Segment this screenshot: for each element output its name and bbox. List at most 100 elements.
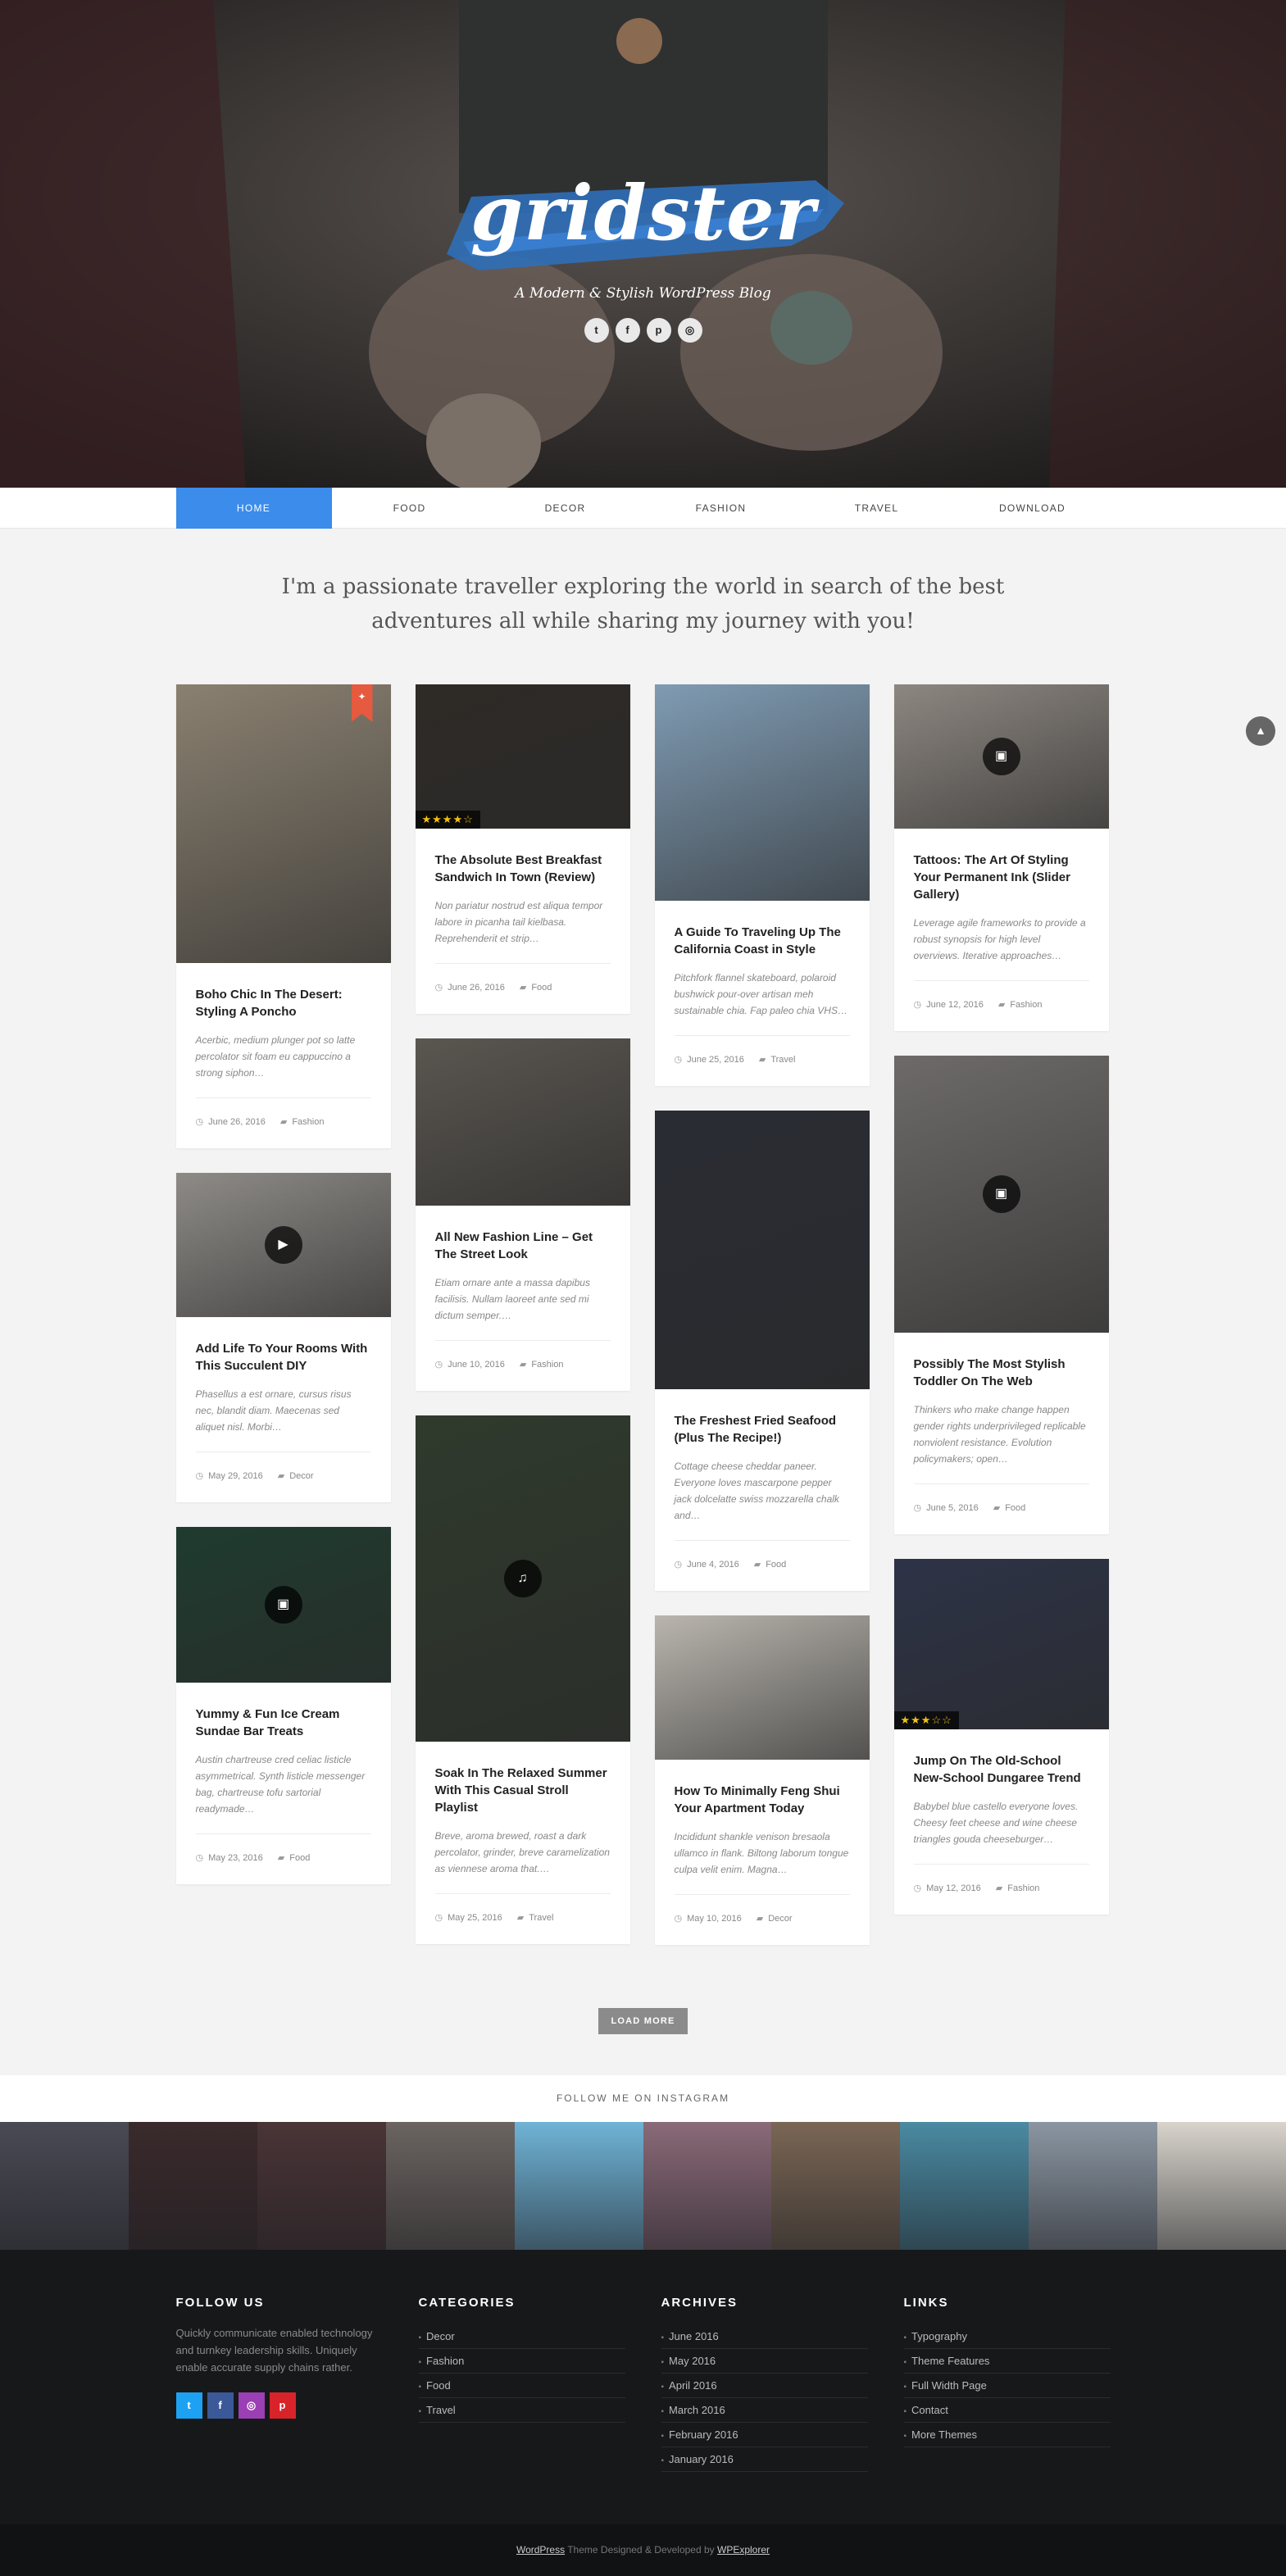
footer-archive-link[interactable]: April 2016	[661, 2374, 868, 2398]
twitter-icon[interactable]: t	[175, 2392, 202, 2419]
nav-item-download[interactable]: DOWNLOAD	[955, 488, 1111, 529]
footer-archive-link[interactable]: June 2016	[661, 2324, 868, 2349]
post-category[interactable]: ▰ Fashion	[520, 1359, 564, 1370]
instagram-photo[interactable]	[0, 2122, 129, 2250]
footer-link[interactable]: More Themes	[903, 2423, 1111, 2447]
pinterest-icon[interactable]: p	[269, 2392, 296, 2419]
facebook-icon[interactable]: f	[615, 318, 640, 343]
post-title[interactable]: How To Minimally Feng Shui Your Apartmen…	[675, 1783, 850, 1817]
site-logo[interactable]: gridster	[430, 164, 857, 287]
post-category[interactable]: ▰ Food	[278, 1852, 311, 1863]
post-title[interactable]: Add Life To Your Rooms With This Succule…	[196, 1340, 371, 1374]
post-category[interactable]: ▰ Food	[520, 982, 552, 993]
post-date: ◷ June 5, 2016	[914, 1502, 979, 1513]
post-category[interactable]: ▰ Decor	[757, 1913, 793, 1924]
nav-item-home[interactable]: HOME	[175, 488, 332, 529]
post-title[interactable]: All New Fashion Line – Get The Street Lo…	[435, 1229, 611, 1263]
post-title[interactable]: The Freshest Fried Seafood (Plus The Rec…	[675, 1412, 850, 1447]
post-category-text[interactable]: Fashion	[531, 1360, 563, 1370]
footer-archive-link[interactable]: May 2016	[661, 2349, 868, 2374]
post-title[interactable]: Possibly The Most Stylish Toddler On The…	[914, 1356, 1089, 1390]
facebook-icon[interactable]: f	[207, 2392, 234, 2419]
post-category[interactable]: ▰ Travel	[517, 1912, 554, 1923]
footer-link[interactable]: Contact	[903, 2398, 1111, 2423]
post-title[interactable]: Tattoos: The Art Of Styling Your Permane…	[914, 852, 1089, 903]
post-category[interactable]: ▰ Fashion	[996, 1883, 1040, 1893]
post-category-text[interactable]: Decor	[289, 1471, 313, 1481]
wpexplorer-link[interactable]: WPExplorer	[717, 2544, 770, 2556]
post-category[interactable]: ▰ Food	[754, 1559, 787, 1570]
nav-item-fashion[interactable]: FASHION	[643, 488, 799, 529]
copyright-bar: WordPress Theme Designed & Developed by …	[0, 2524, 1286, 2576]
post-thumbnail[interactable]: ▶	[175, 1173, 391, 1317]
post-thumbnail[interactable]: ★★★★☆	[415, 684, 630, 829]
footer-link[interactable]: Typography	[903, 2324, 1111, 2349]
clock-icon: ◷	[913, 1883, 922, 1893]
post-thumbnail[interactable]	[415, 1038, 630, 1206]
post-category-text[interactable]: Food	[766, 1560, 786, 1570]
nav-item-food[interactable]: FOOD	[332, 488, 488, 529]
nav-item-decor[interactable]: DECOR	[488, 488, 643, 529]
footer-category-link[interactable]: Travel	[418, 2398, 625, 2423]
footer-archive-link[interactable]: January 2016	[661, 2447, 868, 2472]
post-card: All New Fashion Line – Get The Street Lo…	[415, 1038, 630, 1391]
post-title[interactable]: Soak In The Relaxed Summer With This Cas…	[435, 1765, 611, 1816]
load-more-button[interactable]: LOAD MORE	[598, 2008, 688, 2034]
post-category-text[interactable]: Travel	[529, 1913, 553, 1923]
post-category-text[interactable]: Fashion	[1007, 1883, 1039, 1893]
post-category[interactable]: ▰ Travel	[759, 1054, 796, 1065]
instagram-photo[interactable]	[1029, 2122, 1158, 2250]
post-category[interactable]: ▰ Fashion	[280, 1116, 325, 1127]
instagram-photo[interactable]	[643, 2122, 772, 2250]
post-category-text[interactable]: Decor	[768, 1914, 792, 1924]
post-thumbnail[interactable]: ♫	[415, 1415, 630, 1742]
footer-category-link[interactable]: Fashion	[418, 2349, 625, 2374]
pinterest-icon[interactable]: p	[646, 318, 671, 343]
instagram-photo[interactable]	[257, 2122, 386, 2250]
footer-link[interactable]: Full Width Page	[903, 2374, 1111, 2398]
instagram-photo[interactable]	[514, 2122, 643, 2250]
footer-archive-link[interactable]: February 2016	[661, 2423, 868, 2447]
post-date-text: June 26, 2016	[448, 983, 505, 993]
post-card-body: Add Life To Your Rooms With This Succule…	[176, 1317, 391, 1502]
post-category[interactable]: ▰ Decor	[278, 1470, 314, 1481]
post-date: ◷ May 25, 2016	[435, 1912, 502, 1923]
post-title[interactable]: The Absolute Best Breakfast Sandwich In …	[435, 852, 611, 886]
post-category-text[interactable]: Fashion	[1010, 1000, 1042, 1010]
post-category-text[interactable]: Food	[1005, 1503, 1025, 1513]
twitter-icon[interactable]: t	[584, 318, 609, 343]
post-thumbnail[interactable]	[654, 1615, 870, 1760]
footer-link[interactable]: Theme Features	[903, 2349, 1111, 2374]
post-thumbnail[interactable]	[654, 684, 870, 901]
post-category-text[interactable]: Food	[531, 983, 552, 993]
post-date: ◷ June 12, 2016	[914, 999, 984, 1010]
post-category[interactable]: ▰ Food	[993, 1502, 1026, 1513]
instagram-photo[interactable]	[128, 2122, 257, 2250]
instagram-photo[interactable]	[900, 2122, 1029, 2250]
post-title[interactable]: Boho Chic In The Desert: Styling A Ponch…	[196, 986, 371, 1020]
footer-category-link[interactable]: Food	[418, 2374, 625, 2398]
post-category-text[interactable]: Fashion	[292, 1117, 324, 1127]
nav-item-travel[interactable]: TRAVEL	[799, 488, 955, 529]
instagram-photo[interactable]	[385, 2122, 515, 2250]
post-thumbnail[interactable]: ▣	[893, 1056, 1109, 1333]
post-thumbnail[interactable]: ✦	[175, 684, 391, 963]
post-thumbnail[interactable]: ▣	[893, 684, 1109, 829]
instagram-icon[interactable]: ◎	[677, 318, 702, 343]
wordpress-link[interactable]: WordPress	[516, 2544, 565, 2556]
post-thumbnail[interactable]: ▣	[175, 1527, 391, 1683]
instagram-photo[interactable]	[771, 2122, 901, 2250]
instagram-icon[interactable]: ◎	[238, 2392, 265, 2419]
scroll-top-button[interactable]: ▲	[1246, 716, 1275, 746]
post-title[interactable]: A Guide To Traveling Up The California C…	[675, 924, 850, 958]
post-thumbnail[interactable]	[654, 1111, 870, 1389]
post-category-text[interactable]: Travel	[770, 1055, 795, 1065]
post-thumbnail[interactable]: ★★★☆☆	[893, 1559, 1109, 1729]
footer-archive-link[interactable]: March 2016	[661, 2398, 868, 2423]
post-category[interactable]: ▰ Fashion	[998, 999, 1043, 1010]
post-category-text[interactable]: Food	[289, 1853, 310, 1863]
post-title[interactable]: Jump On The Old-School New-School Dungar…	[914, 1752, 1089, 1787]
post-title[interactable]: Yummy & Fun Ice Cream Sundae Bar Treats	[196, 1706, 371, 1740]
footer-category-link[interactable]: Decor	[418, 2324, 625, 2349]
instagram-photo[interactable]	[1157, 2122, 1286, 2250]
